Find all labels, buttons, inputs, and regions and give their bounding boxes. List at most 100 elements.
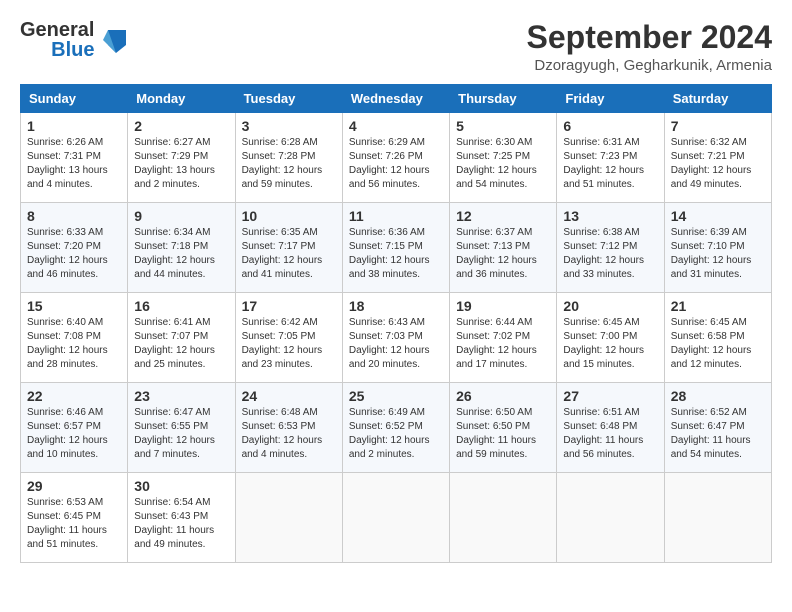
weekday-header-tuesday: Tuesday (235, 85, 342, 113)
page-header: General Blue September 2024 Dzoragyugh, … (20, 20, 772, 74)
day-info: Sunrise: 6:51 AM Sunset: 6:48 PM Dayligh… (563, 406, 657, 462)
logo-icon (98, 25, 128, 55)
day-info: Sunrise: 6:49 AM Sunset: 6:52 PM Dayligh… (349, 406, 443, 462)
day-info: Sunrise: 6:35 AM Sunset: 7:17 PM Dayligh… (242, 226, 336, 282)
calendar-cell: 17 Sunrise: 6:42 AM Sunset: 7:05 PM Dayli… (235, 293, 342, 383)
weekday-header-monday: Monday (128, 85, 235, 113)
day-number: 10 (242, 208, 336, 224)
calendar-cell: 21 Sunrise: 6:45 AM Sunset: 6:58 PM Dayli… (664, 293, 771, 383)
day-number: 2 (134, 118, 228, 134)
day-info: Sunrise: 6:38 AM Sunset: 7:12 PM Dayligh… (563, 226, 657, 282)
day-number: 9 (134, 208, 228, 224)
calendar-cell: 22 Sunrise: 6:46 AM Sunset: 6:57 PM Dayli… (21, 383, 128, 473)
day-number: 8 (27, 208, 121, 224)
day-info: Sunrise: 6:39 AM Sunset: 7:10 PM Dayligh… (671, 226, 765, 282)
logo-general-text: General (20, 20, 94, 40)
calendar-cell (450, 473, 557, 563)
day-number: 1 (27, 118, 121, 134)
day-info: Sunrise: 6:42 AM Sunset: 7:05 PM Dayligh… (242, 316, 336, 372)
day-number: 30 (134, 478, 228, 494)
calendar-cell: 8 Sunrise: 6:33 AM Sunset: 7:20 PM Daylig… (21, 203, 128, 293)
day-info: Sunrise: 6:43 AM Sunset: 7:03 PM Dayligh… (349, 316, 443, 372)
day-number: 16 (134, 298, 228, 314)
day-number: 11 (349, 208, 443, 224)
calendar-cell: 3Sunrise: 6:28 AM Sunset: 7:28 PM Daylig… (235, 113, 342, 203)
day-number: 6 (563, 118, 657, 134)
calendar-header: SundayMondayTuesdayWednesdayThursdayFrid… (21, 85, 772, 113)
calendar-cell: 23 Sunrise: 6:47 AM Sunset: 6:55 PM Dayli… (128, 383, 235, 473)
calendar-cell: 25 Sunrise: 6:49 AM Sunset: 6:52 PM Dayli… (342, 383, 449, 473)
day-info: Sunrise: 6:26 AM Sunset: 7:31 PM Dayligh… (27, 136, 121, 192)
day-number: 25 (349, 388, 443, 404)
day-info: Sunrise: 6:37 AM Sunset: 7:13 PM Dayligh… (456, 226, 550, 282)
calendar-cell: 19Sunrise: 6:44 AM Sunset: 7:02 PM Dayli… (450, 293, 557, 383)
day-info: Sunrise: 6:33 AM Sunset: 7:20 PM Dayligh… (27, 226, 121, 282)
logo: General Blue (20, 20, 128, 60)
day-info: Sunrise: 6:47 AM Sunset: 6:55 PM Dayligh… (134, 406, 228, 462)
calendar-cell: 29Sunrise: 6:53 AM Sunset: 6:45 PM Dayli… (21, 473, 128, 563)
day-number: 15 (27, 298, 121, 314)
weekday-header-wednesday: Wednesday (342, 85, 449, 113)
calendar-cell: 13 Sunrise: 6:38 AM Sunset: 7:12 PM Dayli… (557, 203, 664, 293)
day-info: Sunrise: 6:50 AM Sunset: 6:50 PM Dayligh… (456, 406, 550, 462)
day-number: 21 (671, 298, 765, 314)
title-block: September 2024 Dzoragyugh, Gegharkunik, … (527, 20, 772, 74)
calendar-cell: 4 Sunrise: 6:29 AM Sunset: 7:26 PM Daylig… (342, 113, 449, 203)
day-info: Sunrise: 6:41 AM Sunset: 7:07 PM Dayligh… (134, 316, 228, 372)
day-number: 20 (563, 298, 657, 314)
calendar-cell: 10 Sunrise: 6:35 AM Sunset: 7:17 PM Dayli… (235, 203, 342, 293)
day-info: Sunrise: 6:45 AM Sunset: 7:00 PM Dayligh… (563, 316, 657, 372)
calendar-cell: 18 Sunrise: 6:43 AM Sunset: 7:03 PM Dayli… (342, 293, 449, 383)
day-number: 4 (349, 118, 443, 134)
calendar-cell: 30 Sunrise: 6:54 AM Sunset: 6:43 PM Dayli… (128, 473, 235, 563)
calendar-cell: 1 Sunrise: 6:26 AM Sunset: 7:31 PM Daylig… (21, 113, 128, 203)
day-info: Sunrise: 6:29 AM Sunset: 7:26 PM Dayligh… (349, 136, 443, 192)
day-number: 17 (242, 298, 336, 314)
day-info: Sunrise: 6:54 AM Sunset: 6:43 PM Dayligh… (134, 496, 228, 552)
calendar-cell (557, 473, 664, 563)
day-info: Sunrise: 6:30 AM Sunset: 7:25 PM Dayligh… (456, 136, 550, 192)
month-title: September 2024 (527, 20, 772, 55)
calendar-cell: 16 Sunrise: 6:41 AM Sunset: 7:07 PM Dayli… (128, 293, 235, 383)
day-info: Sunrise: 6:44 AM Sunset: 7:02 PM Dayligh… (456, 316, 550, 372)
day-number: 28 (671, 388, 765, 404)
day-number: 14 (671, 208, 765, 224)
day-number: 12 (456, 208, 550, 224)
location-label: Dzoragyugh, Gegharkunik, Armenia (527, 57, 772, 74)
day-info: Sunrise: 6:48 AM Sunset: 6:53 PM Dayligh… (242, 406, 336, 462)
day-number: 24 (242, 388, 336, 404)
calendar-cell: 11 Sunrise: 6:36 AM Sunset: 7:15 PM Dayli… (342, 203, 449, 293)
day-number: 26 (456, 388, 550, 404)
calendar-cell: 28 Sunrise: 6:52 AM Sunset: 6:47 PM Dayli… (664, 383, 771, 473)
calendar-cell: 20 Sunrise: 6:45 AM Sunset: 7:00 PM Dayli… (557, 293, 664, 383)
day-info: Sunrise: 6:36 AM Sunset: 7:15 PM Dayligh… (349, 226, 443, 282)
day-number: 13 (563, 208, 657, 224)
calendar-cell: 6 Sunrise: 6:31 AM Sunset: 7:23 PM Daylig… (557, 113, 664, 203)
weekday-header-saturday: Saturday (664, 85, 771, 113)
calendar-table: SundayMondayTuesdayWednesdayThursdayFrid… (20, 84, 772, 563)
day-number: 5 (456, 118, 550, 134)
day-info: Sunrise: 6:31 AM Sunset: 7:23 PM Dayligh… (563, 136, 657, 192)
day-number: 23 (134, 388, 228, 404)
day-info: Sunrise: 6:45 AM Sunset: 6:58 PM Dayligh… (671, 316, 765, 372)
day-number: 22 (27, 388, 121, 404)
day-info: Sunrise: 6:53 AM Sunset: 6:45 PM Dayligh… (27, 496, 121, 552)
day-number: 27 (563, 388, 657, 404)
day-number: 18 (349, 298, 443, 314)
day-info: Sunrise: 6:40 AM Sunset: 7:08 PM Dayligh… (27, 316, 121, 372)
calendar-cell: 27 Sunrise: 6:51 AM Sunset: 6:48 PM Dayli… (557, 383, 664, 473)
calendar-cell: 7Sunrise: 6:32 AM Sunset: 7:21 PM Daylig… (664, 113, 771, 203)
calendar-cell: 26 Sunrise: 6:50 AM Sunset: 6:50 PM Dayli… (450, 383, 557, 473)
day-info: Sunrise: 6:32 AM Sunset: 7:21 PM Dayligh… (671, 136, 765, 192)
calendar-cell: 24 Sunrise: 6:48 AM Sunset: 6:53 PM Dayli… (235, 383, 342, 473)
day-info: Sunrise: 6:52 AM Sunset: 6:47 PM Dayligh… (671, 406, 765, 462)
logo-blue-text: Blue (51, 40, 94, 60)
weekday-header-thursday: Thursday (450, 85, 557, 113)
day-info: Sunrise: 6:46 AM Sunset: 6:57 PM Dayligh… (27, 406, 121, 462)
calendar-cell: 9Sunrise: 6:34 AM Sunset: 7:18 PM Daylig… (128, 203, 235, 293)
calendar-cell: 2 Sunrise: 6:27 AM Sunset: 7:29 PM Daylig… (128, 113, 235, 203)
weekday-header-sunday: Sunday (21, 85, 128, 113)
calendar-cell (342, 473, 449, 563)
day-info: Sunrise: 6:27 AM Sunset: 7:29 PM Dayligh… (134, 136, 228, 192)
day-info: Sunrise: 6:28 AM Sunset: 7:28 PM Dayligh… (242, 136, 336, 192)
